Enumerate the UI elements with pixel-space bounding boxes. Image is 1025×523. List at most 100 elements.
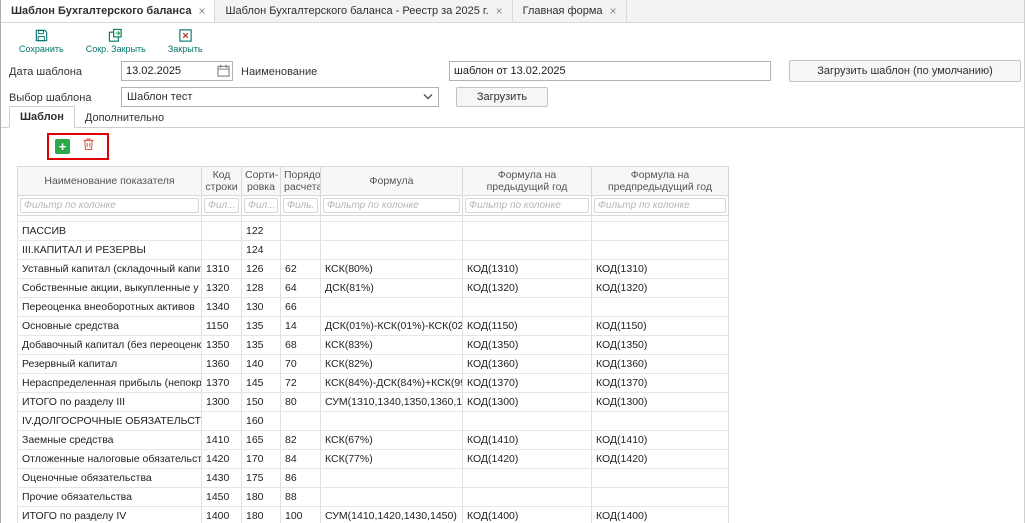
window-tab-balance-template[interactable]: Шаблон Бухгалтерского баланса × (1, 0, 215, 22)
table-cell[interactable]: КОД(1150) (463, 317, 592, 336)
table-cell[interactable]: КОД(1360) (463, 355, 592, 374)
table-cell[interactable]: СУМ(1410,1420,1430,1450) (321, 507, 463, 523)
table-cell[interactable] (321, 298, 463, 317)
table-row[interactable]: Добавочный капитал (без переоценки)13501… (18, 336, 729, 355)
table-cell[interactable] (463, 241, 592, 260)
filter-input-formula-prev-year[interactable] (465, 198, 589, 213)
table-cell[interactable] (321, 412, 463, 431)
filter-input-calc-order[interactable] (283, 198, 318, 213)
table-row[interactable]: III.КАПИТАЛ И РЕЗЕРВЫ 124 (18, 241, 729, 260)
table-cell[interactable]: 14 (281, 317, 321, 336)
table-cell[interactable]: Основные средства (18, 317, 202, 336)
table-cell[interactable]: 80 (281, 393, 321, 412)
table-cell[interactable]: КОД(1410) (592, 431, 729, 450)
window-tab-main-form[interactable]: Главная форма × (513, 0, 627, 22)
table-cell[interactable]: ДСК(01%)-КСК(01%)-КСК(02... (321, 317, 463, 336)
table-cell[interactable]: 68 (281, 336, 321, 355)
table-row[interactable]: Оценочные обязательства143017586 (18, 469, 729, 488)
table-cell[interactable] (202, 412, 242, 431)
table-cell[interactable]: КОД(1360) (592, 355, 729, 374)
table-cell[interactable]: Собственные акции, выкупленные у ак... (18, 279, 202, 298)
table-cell[interactable]: КСК(67%) (321, 431, 463, 450)
table-cell[interactable]: КСК(82%) (321, 355, 463, 374)
table-cell[interactable]: 165 (242, 431, 281, 450)
table-row[interactable]: Нераспределенная прибыль (непокрыт...137… (18, 374, 729, 393)
tab-close-icon[interactable]: × (198, 5, 205, 17)
table-row[interactable]: Переоценка внеоборотных активов134013066 (18, 298, 729, 317)
column-header-sort[interactable]: Сорти-ровка (242, 167, 281, 196)
table-cell[interactable]: КОД(1350) (463, 336, 592, 355)
table-cell[interactable]: 160 (242, 412, 281, 431)
table-cell[interactable]: КОД(1300) (592, 393, 729, 412)
table-cell[interactable]: 72 (281, 374, 321, 393)
table-cell[interactable]: КСК(77%) (321, 450, 463, 469)
calendar-icon[interactable] (217, 64, 230, 82)
table-row[interactable]: Прочие обязательства145018088 (18, 488, 729, 507)
table-cell[interactable]: КОД(1310) (463, 260, 592, 279)
tab-close-icon[interactable]: × (496, 5, 503, 17)
filter-input-name[interactable] (20, 198, 199, 213)
table-cell[interactable]: КСК(84%)-ДСК(84%)+КСК(99... (321, 374, 463, 393)
table-cell[interactable]: КОД(1420) (463, 450, 592, 469)
table-cell[interactable]: КОД(1420) (592, 450, 729, 469)
table-cell[interactable] (592, 469, 729, 488)
table-cell[interactable]: 1450 (202, 488, 242, 507)
table-cell[interactable]: 175 (242, 469, 281, 488)
table-row[interactable]: Собственные акции, выкупленные у ак...13… (18, 279, 729, 298)
table-cell[interactable]: 124 (242, 241, 281, 260)
table-cell[interactable]: ПАССИВ (18, 222, 202, 241)
table-cell[interactable]: 1400 (202, 507, 242, 523)
table-cell[interactable]: Резервный капитал (18, 355, 202, 374)
table-row[interactable]: Резервный капитал136014070КСК(82%)КОД(13… (18, 355, 729, 374)
table-cell[interactable]: 70 (281, 355, 321, 374)
table-cell[interactable] (281, 241, 321, 260)
table-cell[interactable] (592, 222, 729, 241)
filter-input-code[interactable] (204, 198, 239, 213)
table-cell[interactable]: КОД(1370) (463, 374, 592, 393)
table-cell[interactable]: 1430 (202, 469, 242, 488)
table-cell[interactable]: КСК(80%) (321, 260, 463, 279)
load-template-button[interactable]: Загрузить (456, 87, 548, 107)
table-cell[interactable]: ИТОГО по разделу IV (18, 507, 202, 523)
table-cell[interactable]: 128 (242, 279, 281, 298)
table-cell[interactable]: КОД(1320) (592, 279, 729, 298)
tab-close-icon[interactable]: × (610, 5, 617, 17)
table-cell[interactable]: 1150 (202, 317, 242, 336)
table-cell[interactable] (592, 241, 729, 260)
table-cell[interactable]: Уставный капитал (складочный капита... (18, 260, 202, 279)
tab-template[interactable]: Шаблон (9, 106, 75, 128)
table-cell[interactable]: III.КАПИТАЛ И РЕЗЕРВЫ (18, 241, 202, 260)
column-header-formula-prev-prev-year[interactable]: Формула на предпредыдущий год (592, 167, 729, 196)
table-cell[interactable] (463, 222, 592, 241)
table-row[interactable]: ИТОГО по разделу III130015080СУМ(1310,13… (18, 393, 729, 412)
load-default-template-button[interactable]: Загрузить шаблон (по умолчанию) (789, 60, 1021, 82)
table-cell[interactable]: 180 (242, 488, 281, 507)
close-button[interactable]: Закрыть (162, 26, 209, 56)
template-name-input[interactable] (449, 61, 771, 81)
table-cell[interactable] (281, 222, 321, 241)
table-row[interactable]: ИТОГО по разделу IV1400180100СУМ(1410,14… (18, 507, 729, 523)
table-cell[interactable]: КОД(1370) (592, 374, 729, 393)
table-cell[interactable]: Заемные средства (18, 431, 202, 450)
table-cell[interactable]: ДСК(81%) (321, 279, 463, 298)
table-row[interactable]: Заемные средства141016582КСК(67%)КОД(141… (18, 431, 729, 450)
table-cell[interactable]: 84 (281, 450, 321, 469)
table-cell[interactable] (202, 222, 242, 241)
table-cell[interactable] (321, 488, 463, 507)
table-cell[interactable]: КСК(83%) (321, 336, 463, 355)
column-header-code[interactable]: Код строки (202, 167, 242, 196)
table-cell[interactable]: КОД(1300) (463, 393, 592, 412)
table-cell[interactable]: КОД(1310) (592, 260, 729, 279)
column-header-calc-order[interactable]: Порядок расчета (281, 167, 321, 196)
table-cell[interactable]: 135 (242, 317, 281, 336)
table-cell[interactable] (463, 412, 592, 431)
table-cell[interactable]: 86 (281, 469, 321, 488)
table-cell[interactable]: КОД(1400) (463, 507, 592, 523)
table-row[interactable]: Уставный капитал (складочный капита...13… (18, 260, 729, 279)
table-cell[interactable]: 62 (281, 260, 321, 279)
column-header-name[interactable]: Наименование показателя (18, 167, 202, 196)
table-cell[interactable]: КОД(1150) (592, 317, 729, 336)
delete-row-button[interactable] (81, 139, 96, 154)
table-cell[interactable]: 140 (242, 355, 281, 374)
table-cell[interactable]: 64 (281, 279, 321, 298)
